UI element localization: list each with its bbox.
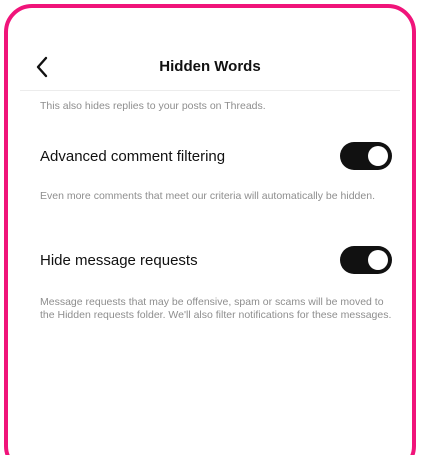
hide-message-requests-label: Hide message requests [40,252,198,269]
hide-message-requests-toggle[interactable] [340,246,392,274]
toggle-knob [368,250,388,270]
advanced-comment-filtering-description: Even more comments that meet our criteri… [40,190,375,202]
threads-replies-note: This also hides replies to your posts on… [40,100,266,112]
advanced-comment-filtering-toggle[interactable] [340,142,392,170]
phone-frame: Hidden Words This also hides replies to … [4,4,416,455]
advanced-comment-filtering-label: Advanced comment filtering [40,148,226,165]
page-title: Hidden Words [159,58,261,75]
top-navigation-bar: Hidden Words [20,48,400,91]
hide-message-requests-description: Message requests that may be offensive, … [40,296,392,321]
toggle-knob [368,146,388,166]
